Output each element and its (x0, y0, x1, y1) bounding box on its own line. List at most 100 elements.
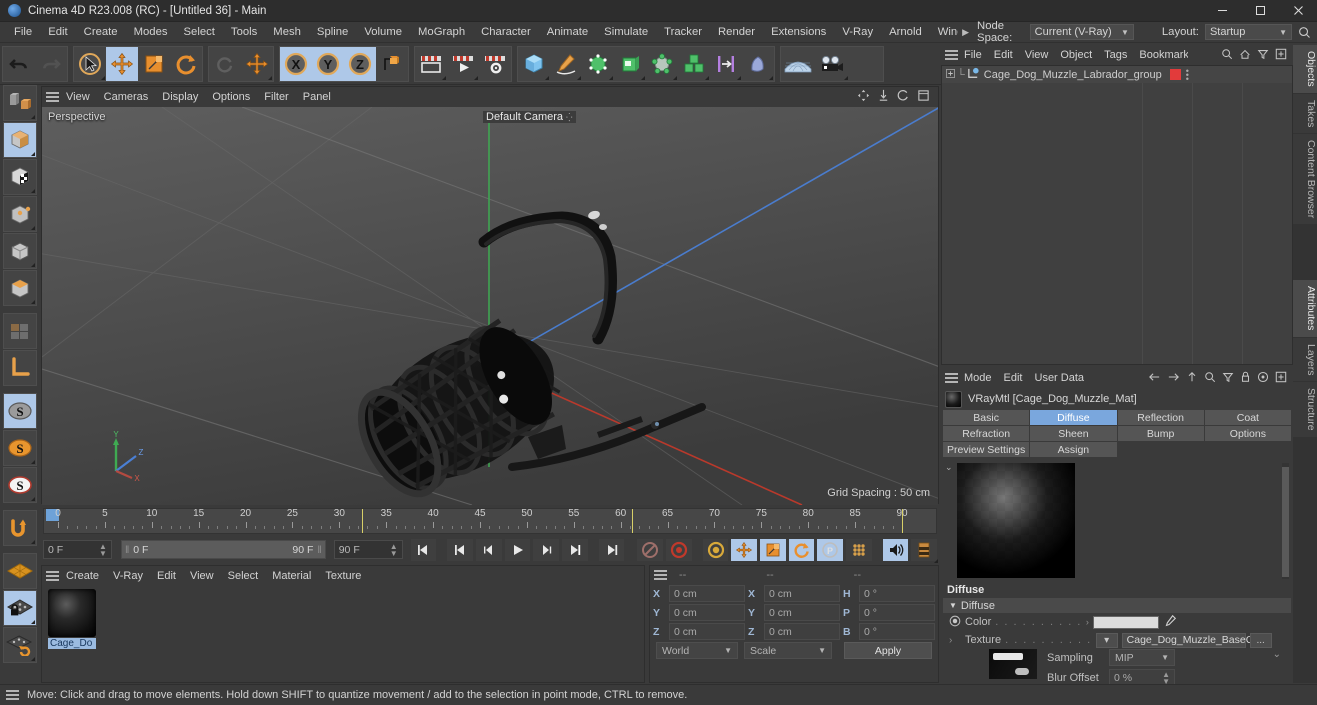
coord-apply-button[interactable]: Apply (844, 642, 932, 659)
world-coordinate-button[interactable] (376, 47, 408, 81)
texture-thumbnail-icon[interactable] (989, 649, 1037, 679)
move-alt-button[interactable] (241, 47, 273, 81)
material-menu-texture[interactable]: Texture (318, 569, 368, 583)
status-hamburger-icon[interactable] (6, 688, 19, 702)
object-menu-file[interactable]: File (958, 48, 988, 62)
frame-range-bar[interactable]: ‖ 0 F 90 F ‖ (121, 540, 326, 559)
goto-prev-keyframe-button[interactable] (447, 539, 473, 561)
menu-volume[interactable]: Volume (356, 24, 410, 40)
coord-mode-dropdown[interactable]: Scale ▼ (744, 642, 832, 659)
spline-pen-button[interactable] (550, 47, 582, 81)
eyedropper-icon[interactable] (1163, 614, 1177, 631)
environment-button[interactable] (742, 47, 774, 81)
add-icon[interactable] (1275, 371, 1287, 386)
filter-icon[interactable] (1257, 48, 1269, 63)
viewport-hamburger-icon[interactable] (46, 90, 59, 104)
snap-enable-button[interactable]: S (3, 393, 37, 429)
record-disabled-button[interactable] (637, 539, 663, 561)
mograph-cloner-button[interactable] (678, 47, 710, 81)
axis-z-button[interactable]: Z (344, 47, 376, 81)
tab-coat[interactable]: Coat (1205, 410, 1291, 425)
undo-button[interactable] (3, 47, 35, 81)
render-view-button[interactable] (415, 47, 447, 81)
object-hamburger-icon[interactable] (945, 48, 958, 62)
sampling-dropdown[interactable]: MIP ▼ (1109, 649, 1175, 666)
menu-extensions[interactable]: Extensions (763, 24, 834, 40)
menu-mesh[interactable]: Mesh (265, 24, 309, 40)
rotate-tool-button[interactable] (170, 47, 202, 81)
texture-browse-button[interactable]: ... (1250, 633, 1272, 648)
search-icon[interactable] (1221, 48, 1233, 63)
axis-y-button[interactable]: Y (312, 47, 344, 81)
node-space-dropdown[interactable]: Current (V-Ray) ▼ (1030, 24, 1134, 40)
attributes-menu-edit[interactable]: Edit (998, 371, 1029, 385)
deformer-button[interactable] (646, 47, 678, 81)
snap-settings-button[interactable]: S (3, 430, 37, 466)
coord-field-size-y[interactable]: 0 cm (764, 604, 840, 621)
menu-vray[interactable]: V-Ray (834, 24, 881, 40)
object-manager-tree[interactable]: └ Cage_Dog_Muzzle_Labrador_group ••• (941, 65, 1293, 365)
add-icon[interactable] (1275, 48, 1287, 63)
tab-options[interactable]: Options (1205, 426, 1291, 441)
viewport-3d-canvas[interactable]: Perspective Default Camera ⁛ Grid Spacin… (42, 107, 938, 505)
object-row-muzzle-group[interactable]: └ Cage_Dog_Muzzle_Labrador_group ••• (942, 66, 1292, 83)
attributes-menu-userdata[interactable]: User Data (1029, 371, 1091, 385)
menu-mograph[interactable]: MoGraph (410, 24, 473, 40)
rotate-alt-button[interactable] (209, 47, 241, 81)
menu-spline[interactable]: Spline (309, 24, 356, 40)
preview-collapse-icon[interactable]: ⌄ (945, 462, 953, 473)
vtab-layers[interactable]: Layers (1293, 338, 1317, 382)
viewport-menu-view[interactable]: View (59, 90, 97, 104)
maximize-button[interactable] (1241, 0, 1279, 22)
tab-assign[interactable]: Assign (1030, 442, 1116, 457)
menu-window[interactable]: Wind (930, 24, 958, 40)
workplane-lock-button[interactable] (3, 590, 37, 626)
tab-diffuse[interactable]: Diffuse (1030, 410, 1116, 425)
attributes-scrollbar[interactable] (1282, 463, 1289, 579)
coord-field-pos-x[interactable]: 0 cm (669, 585, 745, 602)
viewport-menu-display[interactable]: Display (155, 90, 205, 104)
workplane-button[interactable] (3, 553, 37, 589)
axis-x-button[interactable]: X (280, 47, 312, 81)
attributes-menu-mode[interactable]: Mode (958, 371, 998, 385)
autokey-button[interactable] (666, 539, 692, 561)
undo-view-button[interactable] (3, 510, 37, 546)
coord-field-size-x[interactable]: 0 cm (764, 585, 840, 602)
tab-sheen[interactable]: Sheen (1030, 426, 1116, 441)
current-frame-field[interactable]: 0 F ▲▼ (43, 540, 112, 559)
menu-edit[interactable]: Edit (40, 24, 75, 40)
coord-field-size-z[interactable]: 0 cm (764, 623, 840, 640)
back-arrow-icon[interactable] (1148, 371, 1161, 386)
coord-field-rot-p[interactable]: 0 ° (859, 604, 935, 621)
make-editable-button[interactable] (3, 85, 37, 121)
snap-quantize-button[interactable]: S (3, 467, 37, 503)
tab-refraction[interactable]: Refraction (943, 426, 1029, 441)
color-expand-icon[interactable]: › (1086, 617, 1089, 627)
material-thumbnail[interactable]: Cage_Do (48, 589, 96, 649)
material-menu-vray[interactable]: V-Ray (106, 569, 150, 583)
tab-preview-settings[interactable]: Preview Settings (943, 442, 1029, 457)
spinner-icon[interactable]: ▲▼ (99, 543, 107, 557)
array-button[interactable] (614, 47, 646, 81)
object-menu-edit[interactable]: Edit (988, 48, 1019, 62)
menubar-search-icon[interactable] (1292, 26, 1317, 39)
point-mode-button[interactable] (3, 196, 37, 232)
expand-toggle-icon[interactable] (946, 69, 955, 81)
forward-arrow-icon[interactable] (1167, 371, 1180, 386)
model-mode-button[interactable] (3, 122, 37, 158)
light-button[interactable] (710, 47, 742, 81)
timeline-ruler[interactable]: 051015202530354045505560657075808590 (43, 508, 937, 534)
vtab-content-browser[interactable]: Content Browser (1293, 134, 1317, 224)
axis-modify-button[interactable] (3, 350, 37, 386)
nurbs-button[interactable] (582, 47, 614, 81)
keyframe-settings-button[interactable] (703, 539, 729, 561)
step-back-button[interactable] (476, 539, 502, 561)
menu-render[interactable]: Render (710, 24, 763, 40)
redo-button[interactable] (35, 47, 67, 81)
tab-reflection[interactable]: Reflection (1118, 410, 1204, 425)
position-key-button[interactable] (731, 539, 757, 561)
menu-tracker[interactable]: Tracker (656, 24, 710, 40)
play-button[interactable] (505, 539, 531, 561)
layout-strip-button[interactable] (911, 539, 937, 561)
scale-tool-button[interactable] (138, 47, 170, 81)
